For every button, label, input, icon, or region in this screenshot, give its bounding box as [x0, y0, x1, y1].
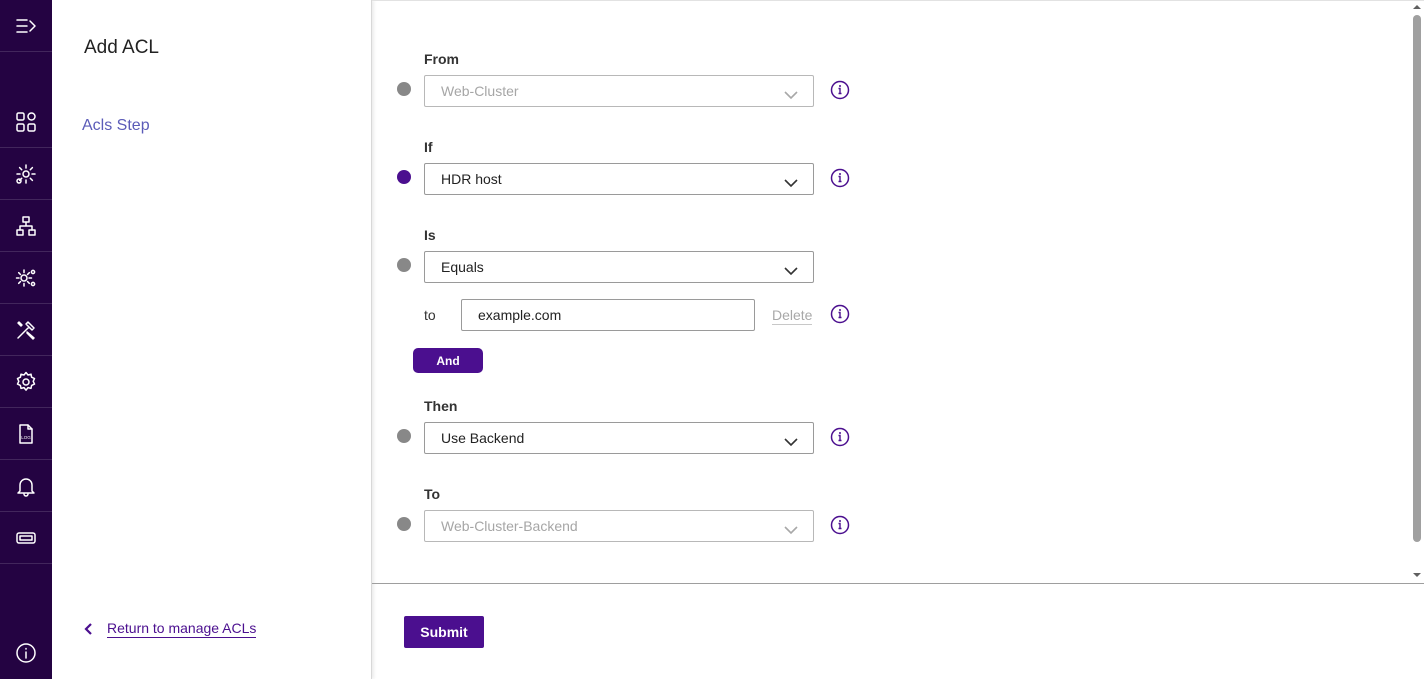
chevron-down-icon — [784, 263, 798, 276]
info-icon — [830, 168, 850, 188]
delete-button[interactable]: Delete — [772, 307, 813, 325]
rail-item-cluster-settings[interactable] — [0, 148, 52, 200]
scroll-thumb[interactable] — [1413, 15, 1421, 542]
chevron-down-icon — [784, 175, 798, 188]
cluster-settings-icon — [16, 163, 36, 184]
scroll-up-arrow-icon[interactable] — [1413, 3, 1421, 11]
network-topology-icon — [16, 215, 36, 236]
steps-panel: Add ACL Acls Step Return to manage ACLs — [52, 0, 372, 679]
rail-item-tickets[interactable] — [0, 512, 52, 564]
if-label: If — [424, 139, 433, 155]
to-select-value: Web-Cluster-Backend — [441, 518, 578, 534]
from-select[interactable]: Web-Cluster — [424, 75, 814, 107]
rail-item-logs[interactable]: LOG — [0, 408, 52, 460]
then-label: Then — [424, 398, 458, 414]
rail-item-tools[interactable] — [0, 304, 52, 356]
to-label: To — [424, 486, 441, 502]
expand-menu-icon — [16, 18, 36, 33]
expand-menu-button[interactable] — [0, 0, 52, 52]
is-select[interactable]: Equals — [424, 251, 814, 283]
info-icon — [830, 427, 850, 447]
scroll-down-arrow-icon[interactable] — [1413, 571, 1421, 579]
bell-icon — [17, 477, 35, 497]
info-icon — [830, 304, 850, 324]
if-select[interactable]: HDR host — [424, 163, 814, 195]
is-status-dot — [397, 258, 411, 272]
and-button[interactable]: And — [413, 348, 483, 373]
then-info-button[interactable] — [830, 427, 850, 447]
from-select-value: Web-Cluster — [441, 83, 519, 99]
rail-item-settings[interactable] — [0, 356, 52, 408]
chevron-down-icon — [784, 522, 798, 535]
gear-icon — [16, 371, 36, 391]
info-icon — [830, 515, 850, 535]
ticket-icon — [16, 531, 36, 544]
to-info-button[interactable] — [830, 515, 850, 535]
return-link[interactable]: Return to manage ACLs — [82, 620, 257, 638]
step-acls[interactable]: Acls Step — [82, 117, 150, 135]
if-status-dot — [397, 170, 411, 184]
if-select-value: HDR host — [441, 171, 502, 187]
form-scrollbar[interactable] — [1410, 1, 1424, 584]
is-label: Is — [424, 227, 436, 243]
rail-item-network[interactable] — [0, 200, 52, 252]
form-footer: Submit — [372, 583, 1424, 679]
acl-form: From Web-Cluster If HDR host Is Equals t… — [372, 0, 1424, 583]
from-info-button[interactable] — [830, 80, 850, 100]
rail-item-info[interactable] — [0, 627, 52, 679]
from-status-dot — [397, 82, 411, 96]
dashboard-grid-icon — [16, 111, 36, 132]
is-select-value: Equals — [441, 259, 484, 275]
to-value-info-button[interactable] — [830, 304, 850, 324]
from-label: From — [424, 51, 459, 67]
to-status-dot — [397, 517, 411, 531]
chevron-down-icon — [784, 87, 798, 100]
if-info-button[interactable] — [830, 168, 850, 188]
advanced-settings-icon — [15, 268, 36, 287]
page-title: Add ACL — [84, 37, 159, 58]
rail-item-advanced-settings[interactable] — [0, 252, 52, 304]
then-select[interactable]: Use Backend — [424, 422, 814, 454]
then-select-value: Use Backend — [441, 430, 525, 446]
return-label: Return to manage ACLs — [107, 620, 257, 638]
chevron-down-icon — [784, 434, 798, 447]
log-icon-text: LOG — [21, 435, 31, 440]
rail-item-dashboard[interactable] — [0, 96, 52, 148]
icon-rail: LOG — [0, 0, 52, 679]
log-file-icon: LOG — [19, 423, 33, 444]
rail-item-notifications[interactable] — [0, 460, 52, 512]
submit-button[interactable]: Submit — [404, 616, 484, 648]
to-value-label: to — [424, 307, 436, 323]
then-status-dot — [397, 429, 411, 443]
tools-icon — [17, 320, 35, 340]
to-select[interactable]: Web-Cluster-Backend — [424, 510, 814, 542]
chevron-left-icon — [84, 623, 92, 635]
info-icon — [16, 643, 36, 663]
to-value-input[interactable] — [461, 299, 755, 331]
info-icon — [830, 80, 850, 100]
